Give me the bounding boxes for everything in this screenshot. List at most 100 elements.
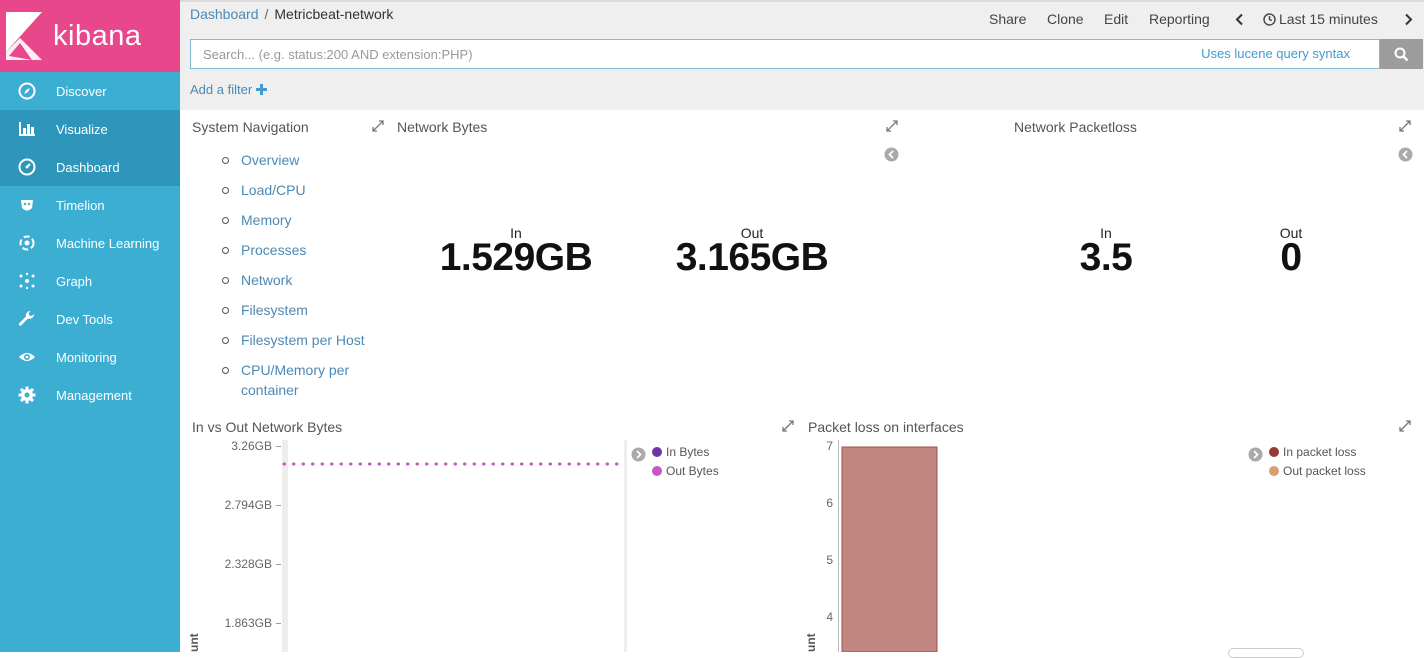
add-filter-label: Add a filter — [190, 82, 253, 97]
kibana-logo-icon — [6, 12, 42, 60]
compass-icon — [18, 82, 36, 100]
sidebar-item-machine-learning[interactable]: Machine Learning — [0, 224, 180, 262]
y-tick-label: 6 — [826, 496, 833, 510]
y-tick-label: 1.863GB — [224, 616, 272, 630]
nav-link-overview[interactable]: Overview — [222, 150, 367, 170]
collapse-legend-icon[interactable] — [1398, 147, 1413, 162]
nav-link-cpu-memory-per-container[interactable]: CPU/Memory per container — [222, 360, 367, 400]
y-tick-label: 2.328GB — [224, 557, 272, 571]
chevron-right-icon[interactable] — [1404, 13, 1413, 26]
expand-panel-icon[interactable] — [886, 120, 898, 132]
legend-label: Out Bytes — [666, 464, 719, 478]
legend-item-in-packet-loss[interactable]: In packet loss — [1269, 445, 1356, 459]
dashboard-icon — [18, 158, 36, 176]
legend-label: In Bytes — [666, 445, 710, 459]
time-picker-button[interactable]: Last 15 minutes — [1279, 11, 1378, 27]
packetloss-out-value: 0 — [1280, 236, 1302, 279]
edit-button[interactable]: Edit — [1104, 11, 1128, 27]
collapse-legend-icon[interactable] — [631, 447, 646, 462]
y-tick-label: 7 — [826, 439, 833, 453]
sidebar-item-graph[interactable]: Graph — [0, 262, 180, 300]
sidebar-item-dev-tools[interactable]: Dev Tools — [0, 300, 180, 338]
packet-loss-plot — [841, 446, 938, 652]
sidebar-item-management[interactable]: Management — [0, 376, 180, 414]
sidebar-item-label: Graph — [56, 274, 93, 289]
sidebar-item-discover[interactable]: Discover — [0, 72, 180, 110]
sidebar-item-monitoring[interactable]: Monitoring — [0, 338, 180, 376]
collapse-legend-icon[interactable] — [884, 147, 899, 162]
legend-item-in-bytes[interactable]: In Bytes — [652, 445, 709, 459]
sidebar-item-visualize[interactable]: Visualize — [0, 110, 180, 148]
y-tick-mark — [276, 446, 281, 447]
y-tick-label: 5 — [826, 553, 833, 567]
network-packetloss-title: Network Packetloss — [1014, 119, 1137, 135]
sidebar-item-label: Machine Learning — [56, 236, 160, 251]
nav-link-network[interactable]: Network — [222, 270, 367, 290]
graph-icon — [18, 272, 36, 290]
sidebar: kibana Discover Visualize Dashboard Time… — [0, 0, 180, 652]
legend-dot — [652, 447, 662, 457]
clone-button[interactable]: Clone — [1047, 11, 1084, 27]
timelion-icon — [18, 196, 36, 214]
sidebar-item-label: Monitoring — [56, 350, 117, 365]
reporting-button[interactable]: Reporting — [1149, 11, 1210, 27]
network-bytes-out-value: 3.165GB — [675, 236, 829, 279]
sidebar-item-label: Discover — [56, 84, 107, 99]
expand-panel-icon[interactable] — [1399, 120, 1411, 132]
breadcrumb: Dashboard / Metricbeat-network — [190, 6, 393, 22]
nav-link-memory[interactable]: Memory — [222, 210, 367, 230]
eye-icon — [18, 348, 36, 366]
machine-learning-icon — [18, 234, 36, 252]
breadcrumb-separator: / — [264, 6, 269, 22]
breadcrumb-dashboard-link[interactable]: Dashboard — [190, 6, 259, 22]
packetloss-in-value: 3.5 — [1079, 236, 1133, 279]
nav-link-filesystem[interactable]: Filesystem — [222, 300, 367, 320]
sidebar-item-label: Dev Tools — [56, 312, 113, 327]
search-bar: Uses lucene query syntax — [190, 39, 1423, 69]
sidebar-item-label: Timelion — [56, 198, 105, 213]
wrench-icon — [18, 310, 36, 328]
sidebar-item-label: Dashboard — [56, 160, 120, 175]
network-bytes-title: Network Bytes — [397, 119, 488, 135]
legend-label: Out packet loss — [1283, 464, 1366, 478]
system-navigation-list: Overview Load/CPU Memory Processes Netwo… — [222, 150, 367, 410]
nav-link-load-cpu[interactable]: Load/CPU — [222, 180, 367, 200]
packet-loss-title: Packet loss on interfaces — [808, 419, 964, 435]
bar-in-packet-loss[interactable] — [841, 446, 938, 652]
nav-link-processes[interactable]: Processes — [222, 240, 367, 260]
y-tick-mark — [276, 505, 281, 506]
expand-panel-icon[interactable] — [372, 120, 384, 132]
clock-icon — [1263, 13, 1276, 26]
in-vs-out-title: In vs Out Network Bytes — [192, 419, 343, 435]
share-button[interactable]: Share — [989, 11, 1026, 27]
legend-dot — [1269, 466, 1279, 476]
legend-dot — [1269, 447, 1279, 457]
lucene-syntax-link[interactable]: Uses lucene query syntax — [1201, 46, 1350, 61]
expand-panel-icon[interactable] — [1399, 420, 1411, 432]
legend-dot — [652, 466, 662, 476]
legend-item-out-bytes[interactable]: Out Bytes — [652, 464, 719, 478]
system-navigation-title: System Navigation — [192, 119, 309, 135]
bar-chart-icon — [18, 120, 36, 138]
search-button[interactable] — [1380, 39, 1423, 69]
collapse-legend-icon[interactable] — [1248, 447, 1263, 462]
expand-panel-icon[interactable] — [782, 420, 794, 432]
legend-label: In packet loss — [1283, 445, 1357, 459]
breadcrumb-current: Metricbeat-network — [274, 6, 394, 22]
brand-name: kibana — [53, 20, 142, 52]
y-tick-label: 2.794GB — [224, 498, 272, 512]
y-tick-mark — [276, 564, 281, 565]
add-filter-button[interactable]: Add a filter — [190, 82, 267, 97]
kibana-logo[interactable]: kibana — [0, 0, 180, 72]
nav-link-filesystem-per-host[interactable]: Filesystem per Host — [222, 330, 367, 350]
legend-item-out-packet-loss[interactable]: Out packet loss — [1269, 464, 1366, 478]
chevron-left-icon[interactable] — [1235, 13, 1244, 26]
sidebar-item-dashboard[interactable]: Dashboard — [0, 148, 180, 186]
gear-icon — [18, 386, 36, 404]
y-tick-label: 3.26GB — [231, 439, 272, 453]
tooltip-edge — [1228, 648, 1304, 658]
y-tick-mark — [276, 623, 281, 624]
y-axis-label: unt — [804, 633, 818, 652]
y-axis-label: unt — [187, 633, 201, 652]
sidebar-item-timelion[interactable]: Timelion — [0, 186, 180, 224]
